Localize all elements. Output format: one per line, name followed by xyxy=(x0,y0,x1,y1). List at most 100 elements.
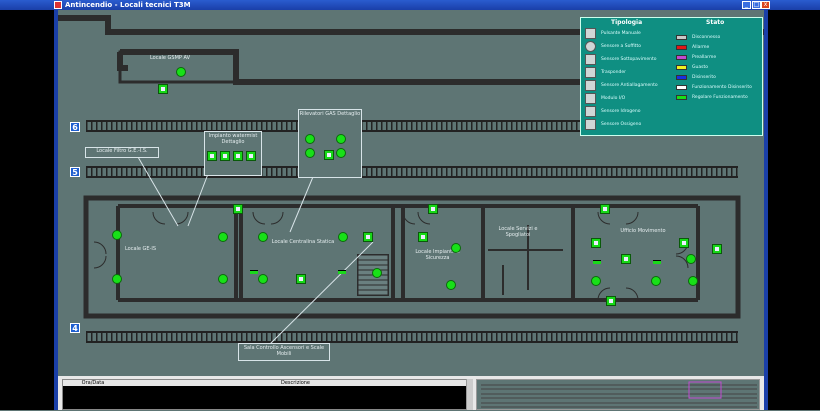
oxygen-sensor-icon xyxy=(585,119,596,130)
device-movimento-1[interactable] xyxy=(591,238,601,248)
callout-watermist-label: Impianto watermist Dettaglio xyxy=(208,133,258,145)
legend-item-modulo: Modulo I/O xyxy=(601,96,626,101)
device-corridor-3[interactable] xyxy=(600,204,610,214)
watermist-device-4[interactable] xyxy=(246,151,256,161)
swatch-preallarme xyxy=(676,55,687,60)
flood-sensor-icon xyxy=(585,80,596,91)
track-4 xyxy=(86,331,738,343)
log-header-descrizione[interactable]: Descrizione xyxy=(123,380,468,386)
ceiling-sensor-icon xyxy=(585,41,596,52)
sensor-ge-is-4[interactable] xyxy=(218,274,228,284)
swatch-funz-disinserito xyxy=(676,85,687,90)
sensor-impianti-1[interactable] xyxy=(451,243,461,253)
gas-sensor-1[interactable] xyxy=(305,134,315,144)
device-impianti[interactable] xyxy=(418,232,428,242)
outer-background-left xyxy=(0,0,54,410)
sensor-movimento-4[interactable] xyxy=(686,254,696,264)
room-label-gsmp: Locale GSMP AV xyxy=(149,55,191,61)
swatch-guasto xyxy=(676,65,687,70)
sensor-gsmp[interactable] xyxy=(176,67,186,77)
device-movimento-3[interactable] xyxy=(679,238,689,248)
window-titlebar: Antincendio - Locali tecnici T3M _ □ x xyxy=(0,0,820,10)
legend-stato-guasto: Guasto xyxy=(692,65,708,70)
legend-item-sottopavimento: Sensore Sottopavimento xyxy=(601,57,657,62)
swatch-disconnesso xyxy=(676,35,687,40)
swatch-disinserito xyxy=(676,75,687,80)
app-icon xyxy=(54,1,62,9)
room-label-ge-is: Locale GE-IS xyxy=(124,246,157,252)
sensor-ge-is-2[interactable] xyxy=(112,274,122,284)
io-module-icon xyxy=(585,93,596,104)
room-label-servizi: Locale Servizi e Spogliatoi xyxy=(498,226,538,238)
gas-sensor-3[interactable] xyxy=(305,148,315,158)
sensor-centralina-3[interactable] xyxy=(258,274,268,284)
gas-sensor-2[interactable] xyxy=(336,134,346,144)
sensor-movimento-2[interactable] xyxy=(651,276,661,286)
track-number-6: 6 xyxy=(70,122,80,132)
outer-background-right xyxy=(768,0,820,410)
sensor-stair[interactable] xyxy=(372,268,382,278)
hydrogen-sensor-icon xyxy=(585,106,596,117)
legend-stato-regolare: Regolare Funzionamento xyxy=(692,95,748,100)
legend-item-trasponder: Trasponder xyxy=(601,70,626,75)
track-number-5: 5 xyxy=(70,167,80,177)
device-corridor-1[interactable] xyxy=(233,204,243,214)
device-corridor-2[interactable] xyxy=(428,204,438,214)
log-scrollbar[interactable] xyxy=(466,379,473,410)
legend-panel: Tipologia Stato Pulsante Manuale Sensore… xyxy=(580,17,763,136)
legend-stato-title: Stato xyxy=(706,19,725,26)
legend-item-antiallagamento: Sensore Antiallagamento xyxy=(601,83,658,88)
track-5 xyxy=(86,166,738,178)
sensor-movimento-3[interactable] xyxy=(688,276,698,286)
legend-stato-disinserito: Disinserito xyxy=(692,75,716,80)
close-button[interactable]: x xyxy=(761,1,770,9)
bar-centralina-1 xyxy=(250,270,258,274)
legend-stato-preallarme: Preallarme xyxy=(692,55,717,60)
room-label-centralina: Locale Centralina Statica xyxy=(271,239,335,245)
manual-button-icon xyxy=(585,28,596,39)
transponder-icon xyxy=(585,67,596,78)
legend-item-soffitto: Sensore a Soffitto xyxy=(601,44,641,49)
watermist-device-3[interactable] xyxy=(233,151,243,161)
gas-sensor-4[interactable] xyxy=(336,148,346,158)
sensor-centralina-2[interactable] xyxy=(338,232,348,242)
watermist-device-1[interactable] xyxy=(207,151,217,161)
log-header-oradata[interactable]: Ora/Data xyxy=(63,380,124,386)
bar-movimento-1 xyxy=(593,260,601,264)
room-label-movimento: Ufficio Movimento xyxy=(620,228,666,234)
gas-io-module[interactable] xyxy=(324,150,334,160)
callout-sala-controllo[interactable]: Sala Controllo Ascensori e Scale Mobili xyxy=(238,343,330,361)
device-movimento-2[interactable] xyxy=(621,254,631,264)
minimap-drawing xyxy=(481,381,757,408)
window-frame-right xyxy=(764,10,768,410)
legend-stato-funz-disinserito: Funzionamento Disinserito xyxy=(692,85,752,90)
legend-stato-allarme: Allarme xyxy=(692,45,710,50)
sensor-impianti-2[interactable] xyxy=(446,280,456,290)
floor-plan-canvas: 6 5 4 Locale GSMP AV Locale GE-IS Locale… xyxy=(58,10,764,376)
device-corridor-4[interactable] xyxy=(606,296,616,306)
sensor-ge-is-1[interactable] xyxy=(112,230,122,240)
event-log-table[interactable]: Ora/Data Descrizione xyxy=(62,379,470,410)
window-title: Antincendio - Locali tecnici T3M xyxy=(65,1,191,9)
track-number-4: 4 xyxy=(70,323,80,333)
minimap-overview[interactable] xyxy=(476,379,760,410)
sensor-ge-is-3[interactable] xyxy=(218,232,228,242)
device-gsmp[interactable] xyxy=(158,84,168,94)
minimize-button[interactable]: _ xyxy=(742,1,751,9)
callout-locale-filtro[interactable]: Locale Filtro G.E.-I.S. xyxy=(85,147,159,158)
legend-item-idrogeno: Sensore Idrogeno xyxy=(601,109,641,114)
bar-movimento-2 xyxy=(653,260,661,264)
swatch-allarme xyxy=(676,45,687,50)
device-centralina-io[interactable] xyxy=(363,232,373,242)
sensor-movimento-1[interactable] xyxy=(591,276,601,286)
device-movimento-4[interactable] xyxy=(712,244,722,254)
callout-rilevatori-label: Rilevatori GAS Dettaglio xyxy=(299,111,361,117)
device-centralina[interactable] xyxy=(296,274,306,284)
watermist-device-2[interactable] xyxy=(220,151,230,161)
legend-item-pulsante: Pulsante Manuale xyxy=(601,31,641,36)
legend-item-ossigeno: Sensore Ossigeno xyxy=(601,122,642,127)
legend-tipologia-title: Tipologia xyxy=(611,19,643,26)
bar-centralina-2 xyxy=(338,270,346,274)
sensor-centralina-1[interactable] xyxy=(258,232,268,242)
maximize-button[interactable]: □ xyxy=(752,1,761,9)
